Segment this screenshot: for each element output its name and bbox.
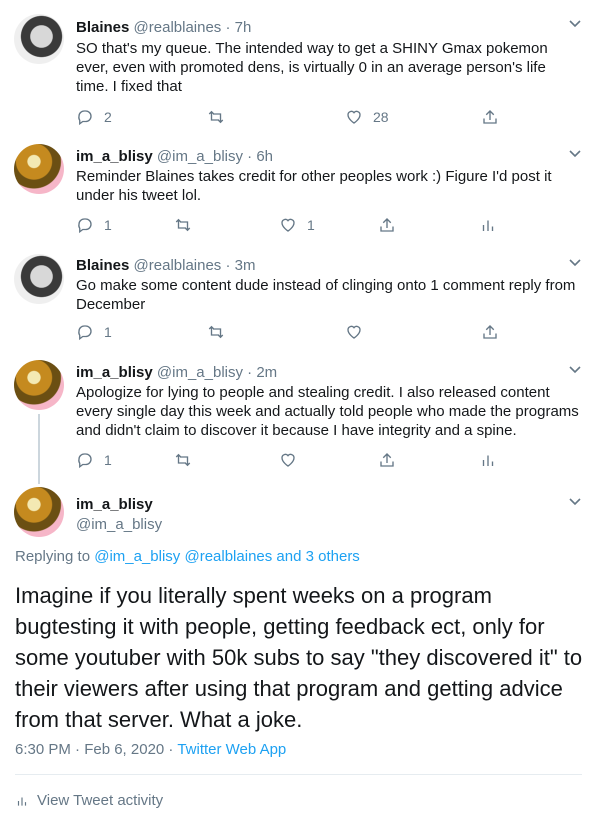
like-button[interactable] — [279, 450, 307, 470]
tweet-source[interactable]: Twitter Web App — [177, 741, 286, 758]
tweet-actions: 1 — [76, 450, 506, 470]
chevron-down-icon[interactable] — [569, 259, 581, 269]
tweet-activity-button[interactable] — [479, 450, 497, 470]
share-icon — [380, 218, 394, 232]
tweet-timestamp[interactable]: 6:30 PM · Feb 6, 2020 · — [15, 741, 173, 758]
tweet-time[interactable]: · 3m — [225, 257, 255, 274]
tweet-text: Go make some content dude instead of cli… — [76, 277, 576, 313]
tweet-time[interactable]: · 7h — [225, 19, 251, 36]
main-tweet-text: Imagine if you literally spent weeks on … — [15, 583, 583, 732]
avatar[interactable] — [14, 487, 64, 537]
display-name[interactable]: im_a_blisy — [76, 364, 153, 381]
main-user-handle[interactable]: @im_a_blisy — [76, 516, 162, 533]
tweet-header: im_a_blisy @im_a_blisy · 2m — [76, 363, 277, 382]
display-name[interactable]: Blaines — [76, 257, 129, 274]
tweet-time[interactable]: · 2m — [247, 364, 277, 381]
tweet-header: Blaines @realblaines · 3m — [76, 256, 255, 275]
reply-count: 2 — [104, 109, 112, 125]
retweet-icon — [175, 218, 191, 232]
retweet-icon — [208, 110, 224, 124]
divider — [15, 774, 582, 775]
share-button[interactable] — [481, 322, 499, 342]
tweet-header: im_a_blisy @im_a_blisy · 6h — [76, 147, 273, 166]
like-button[interactable]: 1 — [279, 215, 315, 235]
reply-button[interactable]: 1 — [76, 450, 112, 470]
retweet-button[interactable] — [174, 215, 202, 235]
tweet-meta: 6:30 PM · Feb 6, 2020 · Twitter Web App — [15, 741, 286, 758]
tweet-text: Reminder Blaines takes credit for other … — [76, 168, 552, 204]
reply-count: 1 — [104, 452, 112, 468]
reply-icon — [78, 218, 92, 234]
reply-icon — [78, 110, 92, 126]
display-name[interactable]: Blaines — [76, 19, 129, 36]
share-button[interactable] — [378, 215, 396, 235]
like-button[interactable]: 28 — [345, 107, 389, 127]
avatar[interactable] — [14, 254, 64, 304]
heart-icon — [281, 218, 295, 232]
chevron-down-icon[interactable] — [569, 366, 581, 376]
user-handle[interactable]: @realblaines — [134, 257, 222, 274]
analytics-icon — [482, 220, 494, 231]
chevron-down-icon[interactable] — [569, 150, 581, 160]
reply-button[interactable]: 1 — [76, 322, 112, 342]
reply-button[interactable]: 2 — [76, 107, 112, 127]
retweet-button[interactable] — [207, 107, 235, 127]
reply-icon — [78, 453, 92, 469]
tweet-actions: 1 1 — [76, 215, 506, 235]
share-button[interactable] — [378, 450, 396, 470]
retweet-icon — [208, 325, 224, 339]
share-button[interactable] — [481, 107, 499, 127]
chevron-down-icon[interactable] — [569, 20, 581, 30]
display-name[interactable]: im_a_blisy — [76, 148, 153, 165]
avatar[interactable] — [14, 14, 64, 64]
view-tweet-activity-button[interactable]: View Tweet activity — [15, 792, 163, 809]
heart-icon — [281, 453, 295, 467]
tweet-time[interactable]: · 6h — [247, 148, 273, 165]
replying-prefix: Replying to — [15, 548, 91, 565]
retweet-icon — [175, 453, 191, 467]
replying-to: Replying to @im_a_blisy @realblaines and… — [15, 548, 360, 565]
tweet-header: Blaines @realblaines · 7h — [76, 18, 251, 37]
reply-count: 1 — [104, 217, 112, 233]
share-icon — [483, 325, 497, 339]
activity-label: View Tweet activity — [37, 792, 164, 809]
user-handle[interactable]: @im_a_blisy — [157, 364, 243, 381]
analytics-icon — [17, 797, 27, 806]
chevron-down-icon[interactable] — [569, 498, 581, 508]
tweet-text: Apologize for lying to people and steali… — [76, 384, 579, 439]
reply-count: 1 — [104, 324, 112, 340]
analytics-icon — [482, 455, 494, 466]
heart-icon — [347, 110, 361, 124]
tweet-activity-button[interactable] — [479, 215, 497, 235]
reply-button[interactable]: 1 — [76, 215, 112, 235]
retweet-button[interactable] — [174, 450, 202, 470]
like-count: 1 — [307, 217, 315, 233]
retweet-button[interactable] — [207, 322, 235, 342]
like-count: 28 — [373, 109, 389, 125]
tweet-text: SO that's my queue. The intended way to … — [76, 40, 548, 95]
replying-links[interactable]: @im_a_blisy @realblaines and 3 others — [94, 548, 360, 565]
heart-icon — [347, 325, 361, 339]
user-handle[interactable]: @realblaines — [134, 19, 222, 36]
reply-icon — [78, 325, 92, 341]
avatar[interactable] — [14, 144, 64, 194]
thread-connector — [38, 414, 40, 484]
main-display-name[interactable]: im_a_blisy — [76, 496, 153, 513]
tweet-actions: 1 — [76, 322, 506, 342]
share-icon — [380, 453, 394, 467]
share-icon — [483, 110, 497, 124]
avatar[interactable] — [14, 360, 64, 410]
like-button[interactable] — [345, 322, 373, 342]
user-handle[interactable]: @im_a_blisy — [157, 148, 243, 165]
tweet-actions: 2 28 — [76, 107, 506, 127]
